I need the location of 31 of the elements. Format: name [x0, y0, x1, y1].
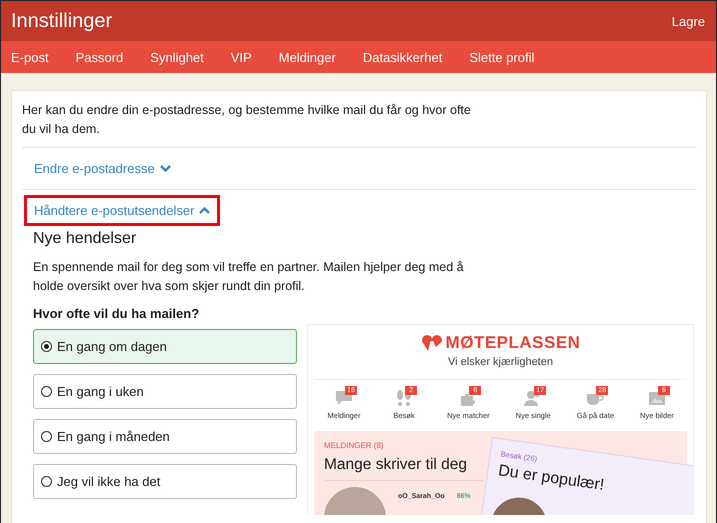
- radio-button[interactable]: [41, 341, 52, 352]
- question-label: Hvor ofte vil du ha mailen?: [33, 306, 200, 321]
- brand-name: MØTEPLASSEN: [446, 333, 580, 353]
- description-text: En spennende mail for deg som vil treffe en partner. Mailen hjelper deg med å holde oversikt over hva som skjer rundt din profil.: [33, 259, 465, 295]
- section-heading: Nye hendelser: [33, 230, 138, 248]
- chevron-down-icon: [160, 165, 171, 172]
- nav-tab[interactable]: Synlighet: [150, 50, 204, 64]
- section-toggle-link[interactable]: Håndtere e-postutsendelser: [24, 195, 220, 226]
- nav-tab[interactable]: E-post: [11, 50, 49, 64]
- intro-text: Her kan du endre din e-postadresse, og bestemme hvilke mail du får og hvor ofte du vil ha dem.: [22, 102, 472, 138]
- save-button[interactable]: Lagre: [672, 14, 705, 28]
- card-title: Du er populær!: [497, 462, 606, 495]
- radio-button[interactable]: [41, 386, 52, 397]
- heart-pin-logo-icon: [420, 334, 443, 352]
- brand-tagline: Vi elsker kjærligheten: [448, 356, 553, 368]
- frequency-option[interactable]: En gang om dagen: [33, 329, 297, 364]
- radio-button[interactable]: [41, 431, 52, 442]
- nav-tab[interactable]: Meldinger: [278, 50, 336, 64]
- radio-button[interactable]: [41, 476, 52, 487]
- nav-tab[interactable]: VIP: [230, 50, 252, 64]
- chevron-up-icon: [199, 207, 210, 214]
- frequency-option[interactable]: Jeg vil ikke ha det: [33, 464, 297, 499]
- nav-tab[interactable]: Datasikkerhet: [362, 50, 442, 64]
- page-title: Innstillinger: [11, 10, 112, 32]
- section-toggle-link[interactable]: Endre e-postadresse: [24, 153, 181, 184]
- nav-tab[interactable]: Slette profil: [469, 50, 534, 64]
- card-title: Mange skriver til deg: [324, 456, 468, 474]
- nav-tab[interactable]: Passord: [76, 50, 124, 64]
- card-heading: MELDINGER (8): [324, 441, 384, 450]
- frequency-option[interactable]: En gang i uken: [33, 374, 297, 409]
- frequency-option[interactable]: En gang i måneden: [33, 419, 297, 454]
